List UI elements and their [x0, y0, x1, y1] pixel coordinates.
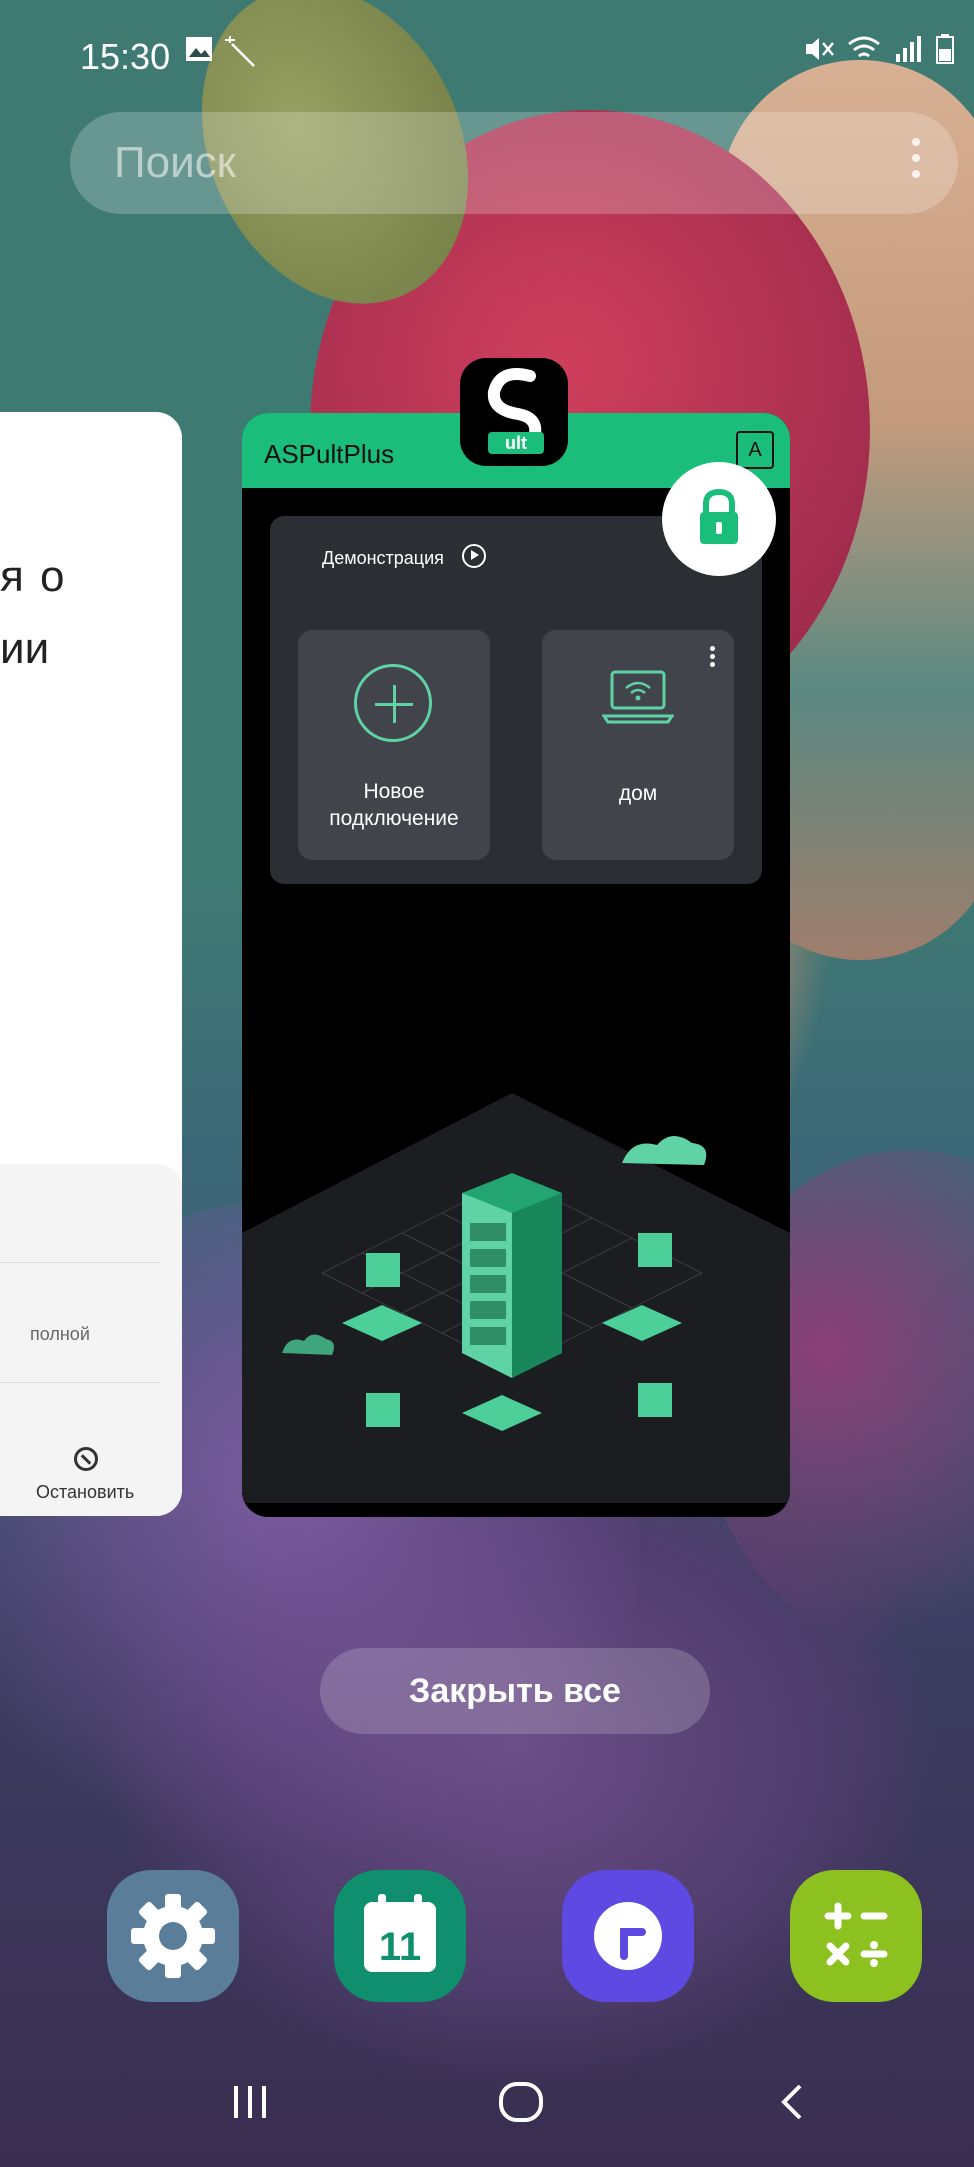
status-bar: 15:30: [0, 0, 974, 110]
stop-icon[interactable]: [74, 1447, 98, 1471]
clock-app-icon[interactable]: [562, 1870, 694, 2002]
mute-icon: [805, 38, 834, 60]
close-all-button[interactable]: Закрыть все: [320, 1648, 710, 1734]
calculator-app-icon[interactable]: [790, 1870, 922, 2002]
tile-label: дом: [618, 782, 658, 805]
lock-app-button[interactable]: [662, 462, 776, 576]
home-icon[interactable]: [496, 2080, 546, 2129]
more-options-icon[interactable]: [912, 138, 922, 186]
card-text-line-2: ии: [0, 624, 50, 673]
laptop-wifi-icon: [602, 670, 674, 724]
calculator-icon: [824, 1902, 888, 1967]
svg-text:ult: ult: [505, 433, 527, 453]
signal-icon: [895, 36, 921, 62]
divider: [0, 1262, 160, 1263]
magic-wand-icon: [224, 34, 258, 76]
gear-icon: [131, 1894, 215, 1978]
aspultplus-app-icon[interactable]: ult: [460, 358, 568, 466]
server-illustration: [242, 1093, 790, 1503]
wifi-icon: [848, 36, 881, 58]
recent-app-card-aspultplus[interactable]: ASPultPlus A Демонстрация Новое подключе…: [242, 413, 790, 1517]
play-icon[interactable]: [462, 544, 486, 568]
more-options-icon[interactable]: [710, 646, 716, 670]
demo-label[interactable]: Демонстрация: [322, 548, 444, 569]
tile-label-line-2: подключение: [329, 807, 459, 830]
new-connection-tile[interactable]: Новое подключение: [298, 630, 490, 860]
status-right-icons: [803, 34, 954, 72]
search-placeholder: Поиск: [114, 138, 236, 187]
search-bar[interactable]: Поиск: [70, 112, 958, 214]
plus-circle-icon: [354, 664, 432, 742]
recents-icon[interactable]: [228, 2080, 272, 2129]
stop-button[interactable]: Остановить: [36, 1482, 134, 1503]
calendar-app-icon[interactable]: 11: [334, 1870, 466, 2002]
divider: [0, 1382, 160, 1383]
svg-text:11: 11: [379, 1925, 421, 1969]
card-text-line-1: я о: [0, 552, 67, 601]
lock-icon: [700, 488, 738, 544]
back-icon[interactable]: [774, 2080, 808, 2129]
calendar-icon: 11: [364, 1894, 436, 1972]
battery-icon: [936, 34, 954, 64]
tile-label-line-1: Новое: [363, 780, 425, 803]
clock-icon: [594, 1902, 662, 1970]
app-title: ASPultPlus: [264, 439, 395, 469]
sheet-item-text: полной: [30, 1324, 90, 1344]
settings-app-icon[interactable]: [107, 1870, 239, 2002]
image-icon: [184, 34, 214, 71]
status-time: 15:30: [80, 36, 171, 77]
recent-app-card-left[interactable]: я о ии полной Остановить: [0, 412, 182, 1516]
home-connection-tile[interactable]: дом: [542, 630, 734, 860]
